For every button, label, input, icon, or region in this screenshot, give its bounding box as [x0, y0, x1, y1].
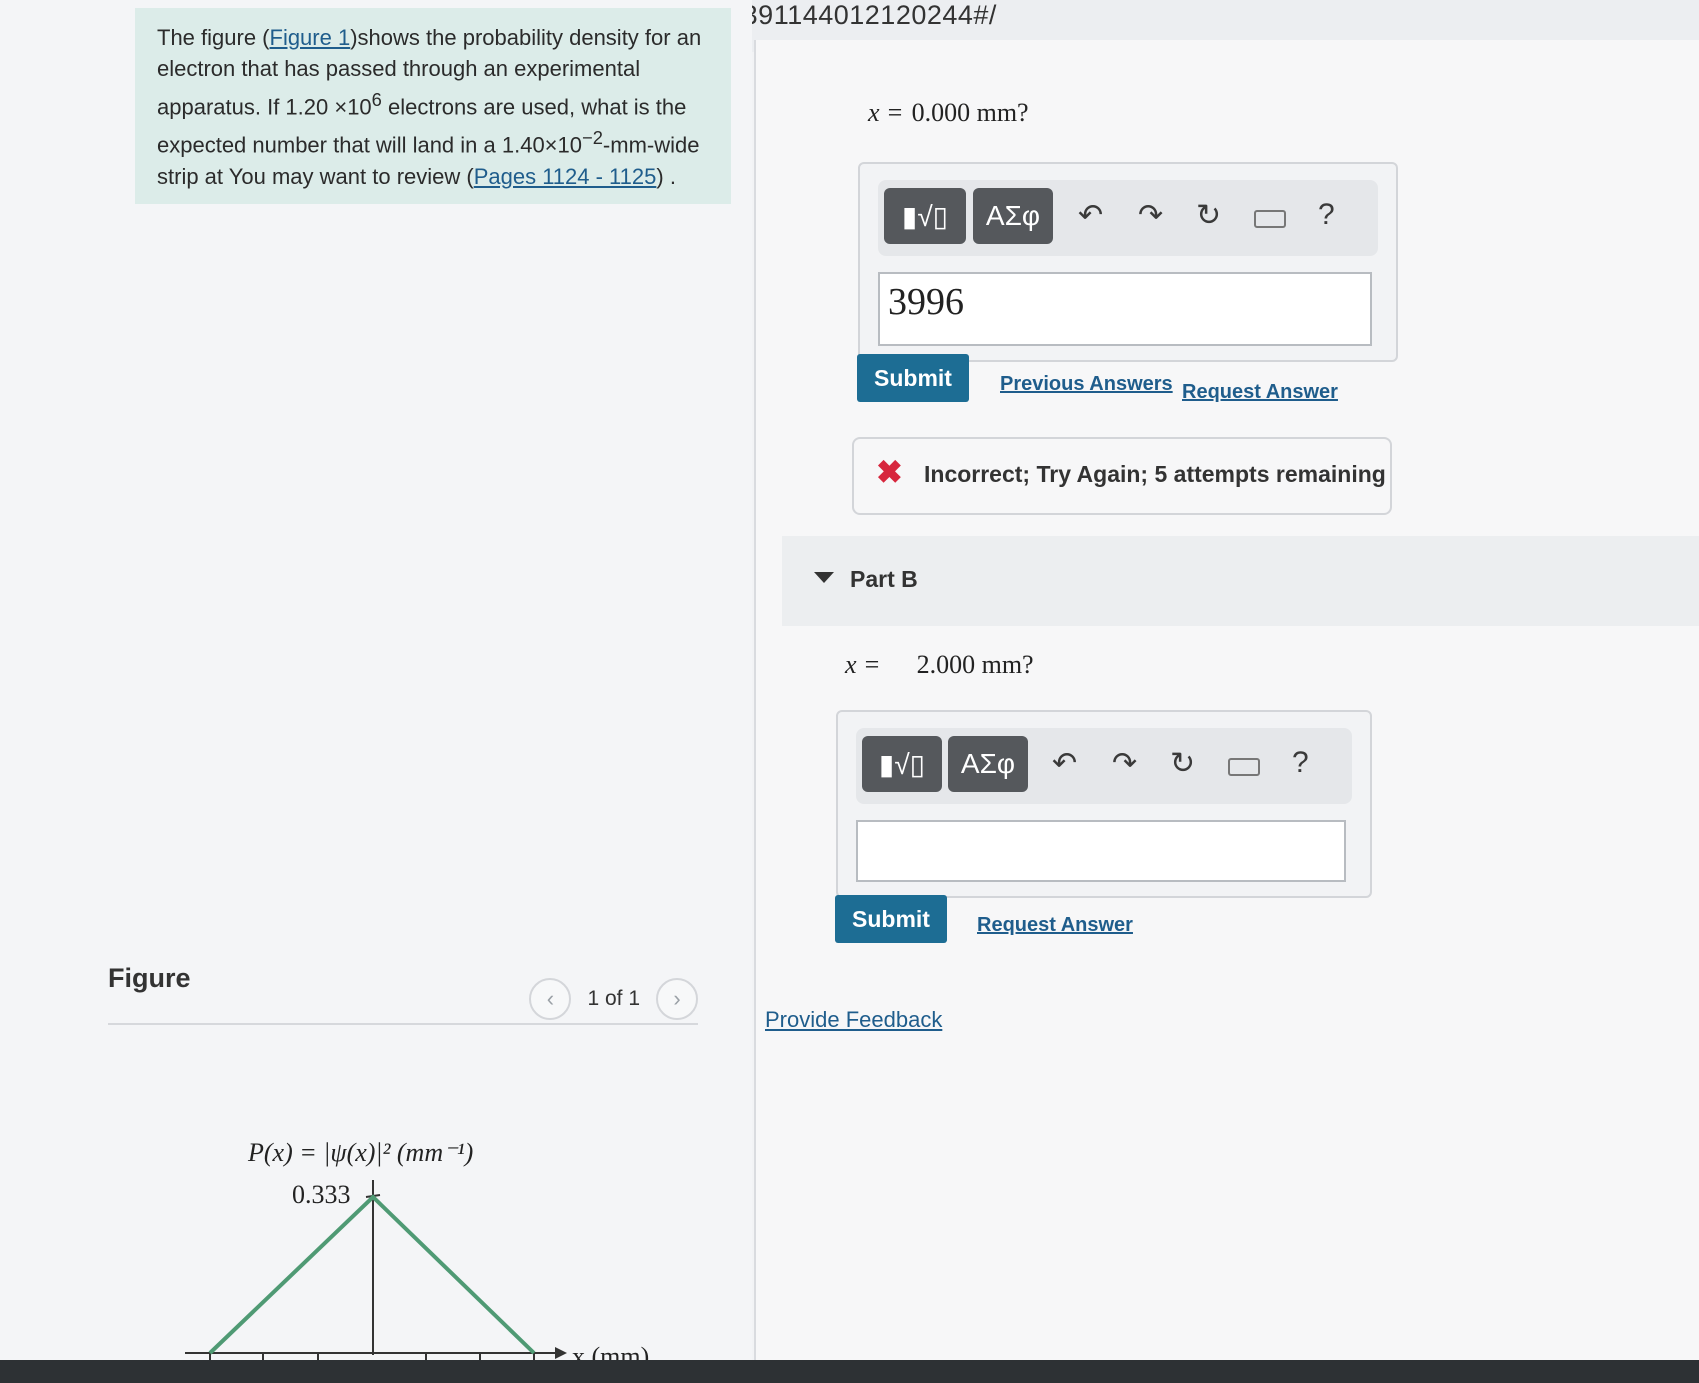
caret-down-icon[interactable] [814, 572, 834, 583]
part-b-request-answer-link[interactable]: Request Answer [977, 914, 1133, 937]
graph-y-label: P(x) = |ψ(x)|² (mm⁻¹) [247, 1138, 473, 1167]
reset-icon[interactable]: ↻ [1196, 198, 1221, 233]
figure-link[interactable]: Figure 1 [270, 25, 351, 50]
undo-icon[interactable]: ↶ [1078, 198, 1103, 233]
previous-answers-link[interactable]: Previous Answers [1000, 373, 1173, 396]
part-a-variable: x = [868, 98, 904, 127]
reset-icon[interactable]: ↻ [1170, 746, 1195, 781]
part-b-answer-input[interactable] [856, 820, 1346, 882]
figure-header: Figure ‹ 1 of 1 › [108, 963, 698, 1025]
part-b-toolbar: ▮√▯ ΑΣφ ↶ ↷ ↻ ? [856, 728, 1352, 804]
feedback-message: Incorrect; Try Again; 5 attempts remaini… [924, 461, 1386, 487]
graph-x-axis-arrow [555, 1347, 567, 1359]
part-a-request-answer-link[interactable]: Request Answer [1182, 381, 1338, 404]
symbols-button[interactable]: ΑΣφ [948, 736, 1028, 792]
part-a-answer-input[interactable]: 3996 [878, 272, 1372, 346]
part-a-question: x = 0.000 mm? [868, 98, 1029, 128]
keyboard-icon[interactable] [1228, 758, 1260, 776]
exponent: −2 [582, 127, 603, 149]
part-b-submit-button[interactable]: Submit [835, 895, 947, 943]
close-icon: ✖ [876, 454, 903, 490]
templates-button[interactable]: ▮√▯ [884, 188, 966, 244]
part-b-header[interactable]: Part B [782, 536, 1699, 626]
part-a-answer-box: ▮√▯ ΑΣφ ↶ ↷ ↻ ? 3996 [858, 162, 1398, 362]
part-a-submit-button[interactable]: Submit [857, 354, 969, 402]
part-a-toolbar: ▮√▯ ΑΣφ ↶ ↷ ↻ ? [878, 180, 1378, 256]
exponent: 6 [371, 89, 382, 110]
redo-icon[interactable]: ↷ [1112, 746, 1137, 781]
pager-label: 1 of 1 [587, 987, 640, 1010]
help-icon[interactable]: ? [1318, 198, 1335, 232]
part-b-variable: x = [845, 650, 881, 679]
intro-text: ) . [656, 163, 676, 189]
provide-feedback-link[interactable]: Provide Feedback [765, 1007, 942, 1033]
keyboard-icon[interactable] [1254, 210, 1286, 228]
problem-intro: The figure (Figure 1)shows the probabili… [135, 8, 731, 204]
undo-icon[interactable]: ↶ [1052, 746, 1077, 781]
pages-link[interactable]: Pages 1124 - 1125 [474, 164, 657, 189]
part-b-question: x = 2.000 mm? [845, 650, 1034, 680]
probability-density-graph: P(x) = |ψ(x)|² (mm⁻¹) 0.333 x (mm) [185, 1138, 649, 1371]
symbols-button[interactable]: ΑΣφ [973, 188, 1053, 244]
chevron-left-icon[interactable]: ‹ [529, 978, 572, 1020]
screen-bezel [0, 1360, 1699, 1383]
part-b-label: Part B [850, 566, 918, 592]
left-pane: The figure (Figure 1)shows the probabili… [0, 0, 752, 1383]
chevron-right-icon[interactable]: › [656, 978, 698, 1020]
help-icon[interactable]: ? [1292, 746, 1309, 780]
redo-icon[interactable]: ↷ [1138, 198, 1163, 233]
part-a-feedback: ✖ Incorrect; Try Again; 5 attempts remai… [852, 437, 1392, 515]
part-a-value: 0.000 mm? [911, 98, 1029, 127]
part-b-value: 2.000 mm? [916, 650, 1034, 679]
figure-pager: ‹ 1 of 1 › [529, 978, 698, 1020]
part-b-answer-box: ▮√▯ ΑΣφ ↶ ↷ ↻ ? [836, 710, 1372, 898]
graph-y-tick-label: 0.333 [292, 1180, 351, 1209]
figure-title: Figure [108, 963, 191, 993]
intro-text: The figure ( [157, 25, 270, 50]
templates-button[interactable]: ▮√▯ [862, 736, 942, 792]
